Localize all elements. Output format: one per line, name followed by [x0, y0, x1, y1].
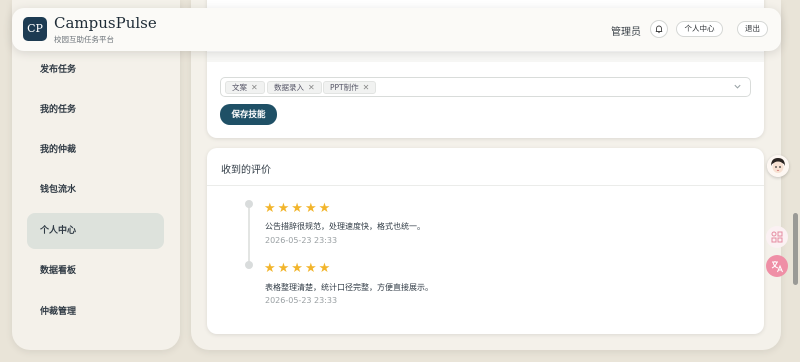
apps-button[interactable]	[766, 226, 788, 248]
remove-tag-icon[interactable]: ✕	[308, 83, 315, 92]
translate-button[interactable]	[766, 255, 788, 277]
app-subtitle: 校园互助任务平台	[54, 35, 114, 44]
sidebar-item-my-tasks[interactable]: 我的任务	[27, 92, 164, 128]
app-title: CampusPulse	[54, 14, 157, 32]
user-role-label: 管理员	[611, 27, 641, 38]
remove-tag-icon[interactable]: ✕	[251, 83, 258, 92]
review-text: 表格整理清楚，统计口径完整，方便直接展示。	[265, 283, 433, 292]
save-skills-button[interactable]: 保存技能	[220, 104, 277, 125]
reviews-title: 收到的评价	[221, 165, 271, 176]
main-content: 文案 ✕ 数据录入 ✕ PPT制作 ✕ 保存技能 收到的评价 ★★★★★ 公告措辞很规…	[191, 0, 781, 350]
review-date: 2026-05-23 23:33	[265, 296, 338, 305]
avatar-icon	[767, 155, 789, 177]
sidebar-item-wallet[interactable]: 钱包流水	[27, 172, 164, 208]
skill-tag-label: 文案	[232, 83, 247, 92]
skill-tag: 数据录入 ✕	[267, 81, 322, 94]
scrollbar-thumb[interactable]	[793, 213, 798, 285]
star-rating: ★★★★★	[264, 261, 333, 276]
top-header: CP CampusPulse 校园互助任务平台 管理员 个人中心 退出	[12, 8, 781, 51]
notification-button[interactable]	[650, 20, 668, 38]
translate-icon	[771, 261, 783, 273]
sidebar-item-profile[interactable]: 个人中心	[27, 213, 164, 249]
skills-header-strip	[207, 52, 764, 62]
skill-tag: 文案 ✕	[225, 81, 265, 94]
timeline-dot	[245, 200, 253, 208]
sidebar-item-dashboard[interactable]: 数据看板	[27, 253, 164, 289]
review-text: 公告措辞很规范，处理速度快，格式也统一。	[265, 222, 425, 231]
profile-button[interactable]: 个人中心	[676, 21, 723, 37]
divider	[207, 185, 764, 186]
skill-tag: PPT制作 ✕	[323, 81, 377, 94]
timeline-line	[248, 203, 250, 266]
app-logo[interactable]: CP	[23, 17, 47, 41]
grid-icon	[771, 231, 783, 243]
skills-select[interactable]: 文案 ✕ 数据录入 ✕ PPT制作 ✕	[220, 77, 751, 97]
logout-button[interactable]: 退出	[737, 21, 768, 37]
skill-tag-label: PPT制作	[330, 83, 359, 92]
sidebar-item-my-arbitration[interactable]: 我的仲裁	[27, 132, 164, 168]
sidebar-item-publish-task[interactable]: 发布任务	[27, 52, 164, 88]
remove-tag-icon[interactable]: ✕	[363, 83, 370, 92]
skill-tag-label: 数据录入	[274, 83, 304, 92]
reviews-card: 收到的评价 ★★★★★ 公告措辞很规范，处理速度快，格式也统一。 2026-05…	[207, 148, 764, 334]
chevron-down-icon	[733, 82, 742, 91]
assistant-avatar[interactable]	[767, 155, 789, 177]
sidebar-item-arbitration-admin[interactable]: 仲裁管理	[27, 294, 164, 330]
star-rating: ★★★★★	[264, 201, 333, 216]
sidebar: 发布任务 我的任务 我的仲裁 钱包流水 个人中心 数据看板 仲裁管理	[12, 0, 180, 350]
review-date: 2026-05-23 23:33	[265, 236, 338, 245]
timeline-dot	[245, 261, 253, 269]
